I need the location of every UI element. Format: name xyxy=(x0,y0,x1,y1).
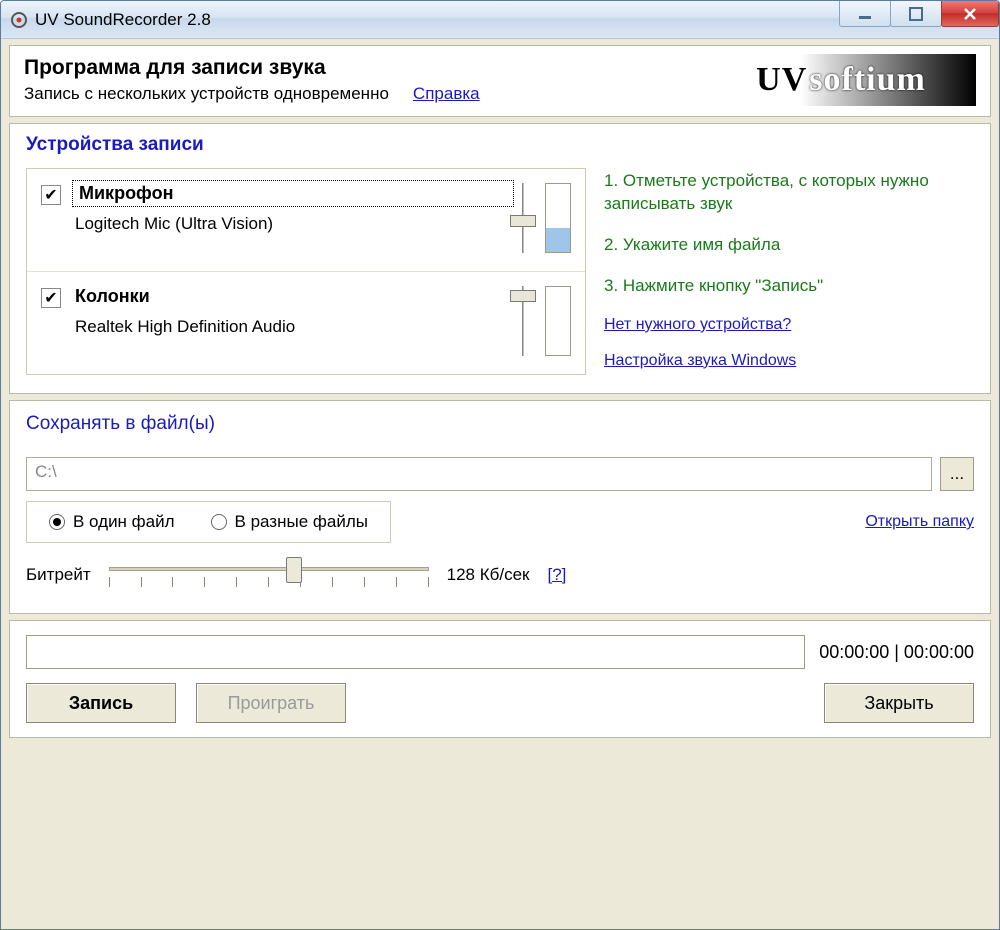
device-checkbox[interactable]: ✔ xyxy=(41,185,61,205)
minimize-button[interactable] xyxy=(839,1,891,27)
hint-step-2: 2. Укажите имя файла xyxy=(604,234,974,257)
app-subtitle: Запись с нескольких устройств одновремен… xyxy=(24,84,389,104)
save-panel: Сохранять в файл(ы) C:\ ... В один файл … xyxy=(9,400,991,614)
device-volume-slider[interactable] xyxy=(511,286,535,356)
device-level-meter xyxy=(545,286,571,356)
bitrate-slider[interactable] xyxy=(109,553,429,597)
device-level-meter xyxy=(545,183,571,253)
windows-sound-settings-link[interactable]: Настройка звука Windows xyxy=(604,352,796,369)
open-folder-link[interactable]: Открыть папку xyxy=(865,513,974,531)
devices-panel: Устройства записи ✔ Микрофон Logitech Mi… xyxy=(9,123,991,394)
record-button[interactable]: Запись xyxy=(26,683,176,723)
app-heading: Программа для записи звука xyxy=(24,56,480,80)
device-checkbox[interactable]: ✔ xyxy=(41,288,61,308)
save-path-input[interactable]: C:\ xyxy=(26,457,932,491)
play-button[interactable]: Проиграть xyxy=(196,683,346,723)
device-list: ✔ Микрофон Logitech Mic (Ultra Vision) xyxy=(26,168,586,375)
devices-section-title: Устройства записи xyxy=(26,134,974,156)
device-subname: Logitech Mic (Ultra Vision) xyxy=(75,214,511,234)
titlebar[interactable]: UV SoundRecorder 2.8 xyxy=(1,1,999,39)
save-section-title: Сохранять в файл(ы) xyxy=(26,413,974,435)
help-link[interactable]: Справка xyxy=(413,84,480,104)
app-icon xyxy=(9,10,29,30)
window-title: UV SoundRecorder 2.8 xyxy=(35,10,211,30)
browse-button[interactable]: ... xyxy=(940,457,974,491)
bitrate-label: Битрейт xyxy=(26,565,91,585)
device-name[interactable]: Колонки xyxy=(75,286,511,307)
close-window-button[interactable] xyxy=(941,1,999,27)
maximize-button[interactable] xyxy=(890,1,942,27)
close-button[interactable]: Закрыть xyxy=(824,683,974,723)
device-item-microphone: ✔ Микрофон Logitech Mic (Ultra Vision) xyxy=(27,169,585,272)
brand-logo: UVsoftium xyxy=(706,54,976,106)
radio-many-files-label: В разные файлы xyxy=(235,512,368,532)
bitrate-value: 128 Кб/сек xyxy=(447,565,530,585)
bitrate-help-link[interactable]: [?] xyxy=(547,565,566,585)
client-area: Программа для записи звука Запись с неск… xyxy=(1,39,999,929)
progress-bar xyxy=(26,635,805,669)
hint-step-1: 1. Отметьте устройства, с которых нужно … xyxy=(604,170,974,216)
bottom-panel: 00:00:00 | 00:00:00 Запись Проиграть Зак… xyxy=(9,620,991,738)
brand-uv: UV xyxy=(756,61,807,99)
brand-soft: softium xyxy=(809,61,926,99)
header-panel: Программа для записи звука Запись с неск… xyxy=(9,45,991,117)
hint-step-3: 3. Нажмите кнопку "Запись" xyxy=(604,275,974,298)
file-mode-radio-group: В один файл В разные файлы xyxy=(26,501,391,543)
radio-many-files[interactable]: В разные файлы xyxy=(211,512,368,532)
bitrate-row: Битрейт 128 Кб/сек [?] xyxy=(26,553,974,597)
hints-column: 1. Отметьте устройства, с которых нужно … xyxy=(604,168,974,375)
device-subname: Realtek High Definition Audio xyxy=(75,317,511,337)
missing-device-link[interactable]: Нет нужного устройства? xyxy=(604,316,791,333)
radio-one-file[interactable]: В один файл xyxy=(49,512,175,532)
app-window: UV SoundRecorder 2.8 Программа для запис… xyxy=(0,0,1000,930)
device-name[interactable]: Микрофон xyxy=(75,183,511,204)
device-volume-slider[interactable] xyxy=(511,183,535,253)
window-controls xyxy=(840,1,999,38)
device-item-speakers: ✔ Колонки Realtek High Definition Audio xyxy=(27,272,585,374)
time-display: 00:00:00 | 00:00:00 xyxy=(819,642,974,663)
radio-one-file-label: В один файл xyxy=(73,512,175,532)
